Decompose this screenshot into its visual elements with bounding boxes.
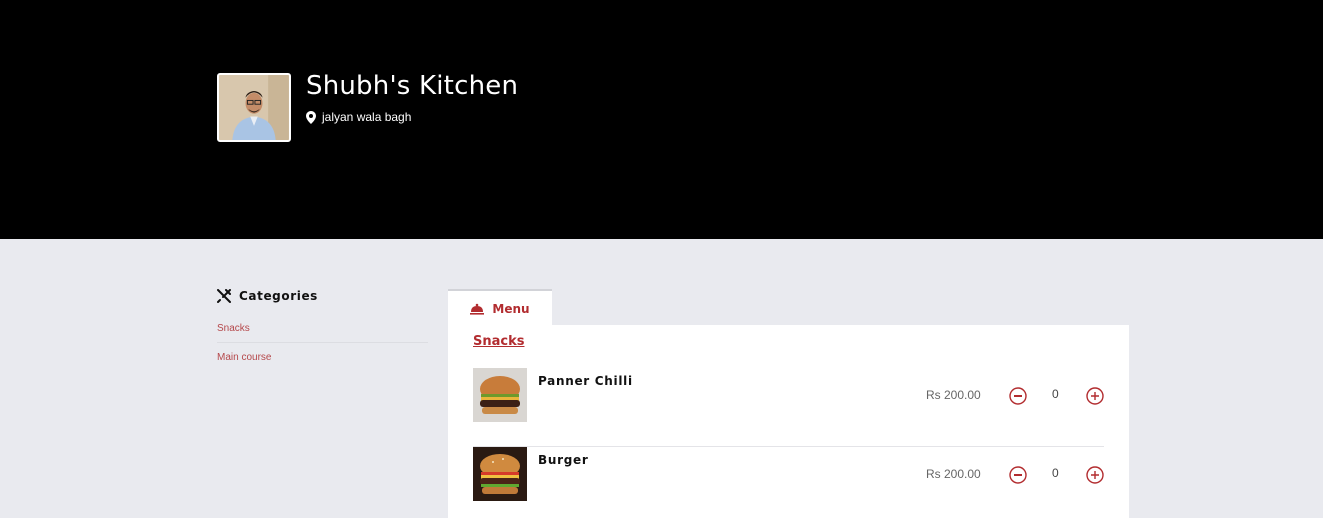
category-item-main-course[interactable]: Main course: [217, 343, 428, 372]
list-item: Panner Chilli Rs 200.00 0: [473, 368, 1104, 447]
categories-title: Categories: [239, 289, 318, 303]
tab-menu-label: Menu: [492, 301, 530, 316]
location: jalyan wala bagh: [306, 110, 411, 124]
categories-heading: Categories: [217, 289, 318, 303]
cloche-icon: [470, 303, 485, 315]
map-pin-icon: [306, 110, 316, 124]
chef-photo: [219, 75, 289, 140]
increase-quantity-icon[interactable]: [1086, 466, 1104, 484]
section-title[interactable]: Snacks: [473, 334, 524, 349]
item-price: Rs 200.00: [926, 388, 981, 402]
item-name: Burger: [538, 453, 589, 467]
category-item-snacks[interactable]: Snacks: [217, 314, 428, 343]
quantity-value: 0: [1052, 387, 1059, 401]
tab-menu[interactable]: Menu: [448, 289, 552, 326]
food-image: [473, 368, 527, 422]
increase-quantity-icon[interactable]: [1086, 387, 1104, 405]
location-text: jalyan wala bagh: [322, 110, 412, 124]
decrease-quantity-icon[interactable]: [1009, 387, 1027, 405]
category-list: Snacks Main course: [217, 314, 428, 372]
list-item: Burger Rs 200.00 0: [473, 447, 1104, 518]
item-price: Rs 200.00: [926, 467, 981, 481]
utensils-icon: [217, 289, 231, 303]
burger-image: [473, 447, 527, 501]
quantity-value: 0: [1052, 466, 1059, 480]
restaurant-name: Shubh's Kitchen: [306, 71, 519, 101]
menu-panel: Snacks Panner Chilli Rs 200.00 0 Burger …: [448, 325, 1129, 518]
decrease-quantity-icon[interactable]: [1009, 466, 1027, 484]
avatar: [217, 73, 291, 142]
item-name: Panner Chilli: [538, 374, 633, 388]
burger-image: [473, 368, 527, 422]
header-banner: Shubh's Kitchen jalyan wala bagh: [0, 0, 1323, 239]
food-image: [473, 447, 527, 501]
